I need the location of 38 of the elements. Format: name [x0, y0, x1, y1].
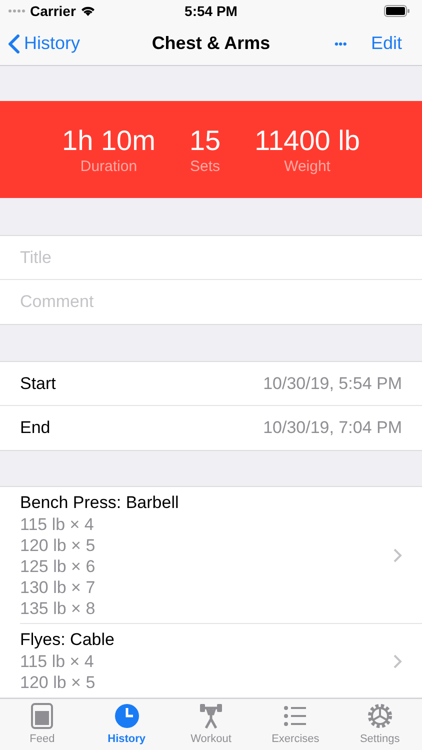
back-button[interactable]: History [8, 30, 80, 57]
wifi-icon [80, 5, 96, 17]
tab-item[interactable]: Settings [338, 699, 422, 750]
chevron-left-icon [8, 34, 20, 54]
clock: 5:54 PM [184, 2, 238, 20]
date-value: 10/30/19, 5:54 PM [263, 372, 402, 395]
exercise-name: Flyes: Cable [20, 629, 116, 651]
chevron-right-icon [393, 654, 402, 668]
tab-item[interactable]: Workout [168, 699, 254, 750]
clock-icon [112, 702, 141, 730]
date-value: 10/30/19, 7:04 PM [263, 417, 402, 440]
settings-icon [366, 702, 394, 730]
set-entry: 115 lb × 4 [20, 651, 95, 672]
stat-label: Duration [80, 158, 138, 176]
tab-item[interactable]: History [84, 699, 169, 750]
carrier-label: Carrier [30, 2, 76, 20]
tab-item[interactable]: Exercises [253, 699, 338, 750]
stat-value: 11400 lb [254, 124, 360, 158]
battery-icon [384, 5, 410, 17]
set-entry: 120 lb × 5 [20, 672, 96, 693]
row-label: End [20, 417, 50, 440]
more-button[interactable]: ••• [334, 34, 347, 52]
stat-value: 1h 10m [62, 124, 156, 158]
exercise-name: Bench Press: Barbell [20, 492, 180, 514]
set-entry: 120 lb × 5 [20, 535, 96, 556]
set-entry: 115 lb × 4 [20, 514, 95, 535]
set-entry: 135 lb × 8 [20, 598, 96, 619]
stat-label: Weight [284, 158, 330, 176]
tab-item[interactable]: Feed [0, 699, 84, 750]
stat-label: Sets [190, 158, 220, 176]
edit-button[interactable]: Edit [370, 30, 402, 57]
set-entry: 125 lb × 6 [20, 556, 96, 577]
set-entry: 130 lb × 7 [20, 577, 96, 598]
signal-icon [8, 9, 26, 13]
stat-value: 15 [189, 124, 221, 158]
screen-title: Chest & Arms [152, 32, 270, 55]
chevron-right-icon [393, 548, 402, 563]
row-label: Start [20, 372, 56, 395]
